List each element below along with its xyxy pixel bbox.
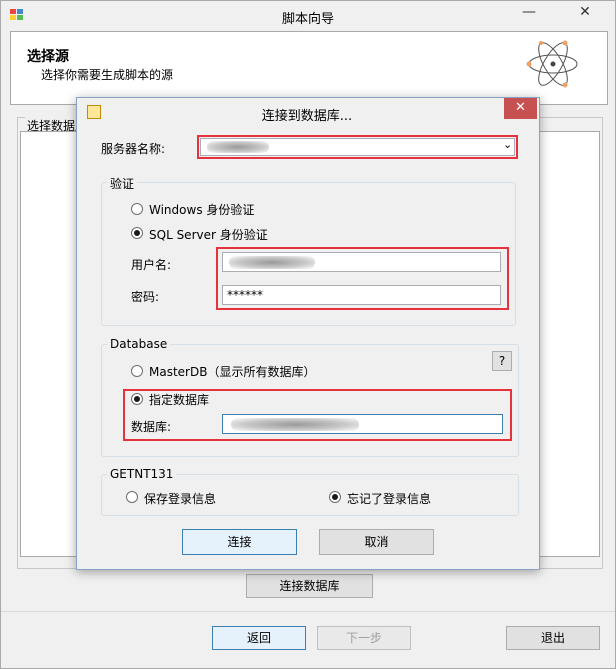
connect-button[interactable]: 连接 — [182, 529, 297, 555]
minimize-icon: — — [522, 4, 536, 20]
forget-login-label[interactable]: 忘记了登录信息 — [347, 490, 431, 507]
masterdb-radio[interactable] — [131, 365, 143, 377]
database-group-label: Database — [107, 337, 171, 351]
footer-divider — [1, 611, 615, 612]
username-label: 用户名: — [131, 258, 172, 272]
sql-auth-label[interactable]: SQL Server 身份验证 — [149, 226, 268, 243]
auth-group-label: 验证 — [107, 175, 138, 192]
save-login-radio[interactable] — [126, 491, 138, 503]
wizard-header: 选择源 选择你需要生成脚本的源 — [10, 31, 608, 105]
save-login-label[interactable]: 保存登录信息 — [144, 490, 216, 507]
connect-database-dialog: 连接到数据库... ✕ 服务器名称: ⌄ 验证 Windows 身份验证 SQL… — [76, 97, 540, 570]
redacted-blur — [231, 418, 359, 431]
server-name-select[interactable]: ⌄ — [200, 138, 515, 156]
username-input[interactable] — [222, 252, 501, 272]
database-label: 数据库: — [131, 420, 172, 434]
page-subtitle: 选择你需要生成脚本的源 — [41, 68, 174, 82]
dialog-title: 连接到数据库... — [261, 109, 353, 124]
database-input[interactable] — [222, 414, 503, 434]
cancel-button[interactable]: 取消 — [319, 529, 434, 555]
help-button[interactable]: ? — [492, 351, 512, 371]
sql-auth-radio[interactable] — [131, 227, 143, 239]
close-icon: ✕ — [515, 100, 526, 115]
specify-db-label[interactable]: 指定数据库 — [149, 391, 209, 408]
page-title: 选择源 — [27, 49, 69, 65]
connect-database-button[interactable]: 连接数据库 — [246, 574, 373, 598]
forget-login-radio[interactable] — [329, 491, 341, 503]
windows-auth-label[interactable]: Windows 身份验证 — [149, 201, 254, 218]
title-bar: 脚本向导 — ✕ — [1, 1, 615, 31]
back-button[interactable]: 返回 — [212, 626, 306, 650]
atom-icon — [526, 40, 578, 88]
redacted-blur — [229, 256, 315, 269]
close-icon: ✕ — [579, 4, 591, 20]
getnt-group-label: GETNT131 — [107, 467, 177, 481]
specify-db-radio[interactable] — [131, 393, 143, 405]
dialog-close-button[interactable]: ✕ — [504, 98, 537, 119]
chevron-down-icon: ⌄ — [503, 138, 513, 151]
password-label: 密码: — [131, 290, 160, 304]
minimize-button[interactable]: — — [511, 1, 547, 25]
next-button[interactable]: 下一步 — [317, 626, 411, 650]
redacted-blur — [207, 141, 269, 153]
exit-button[interactable]: 退出 — [506, 626, 600, 650]
close-button[interactable]: ✕ — [561, 1, 609, 25]
password-value: ****** — [227, 288, 263, 302]
windows-auth-radio[interactable] — [131, 203, 143, 215]
password-input[interactable]: ****** — [222, 285, 501, 305]
masterdb-label[interactable]: MasterDB（显示所有数据库） — [149, 363, 315, 380]
server-name-label: 服务器名称: — [101, 142, 166, 156]
help-icon: ? — [498, 354, 506, 368]
